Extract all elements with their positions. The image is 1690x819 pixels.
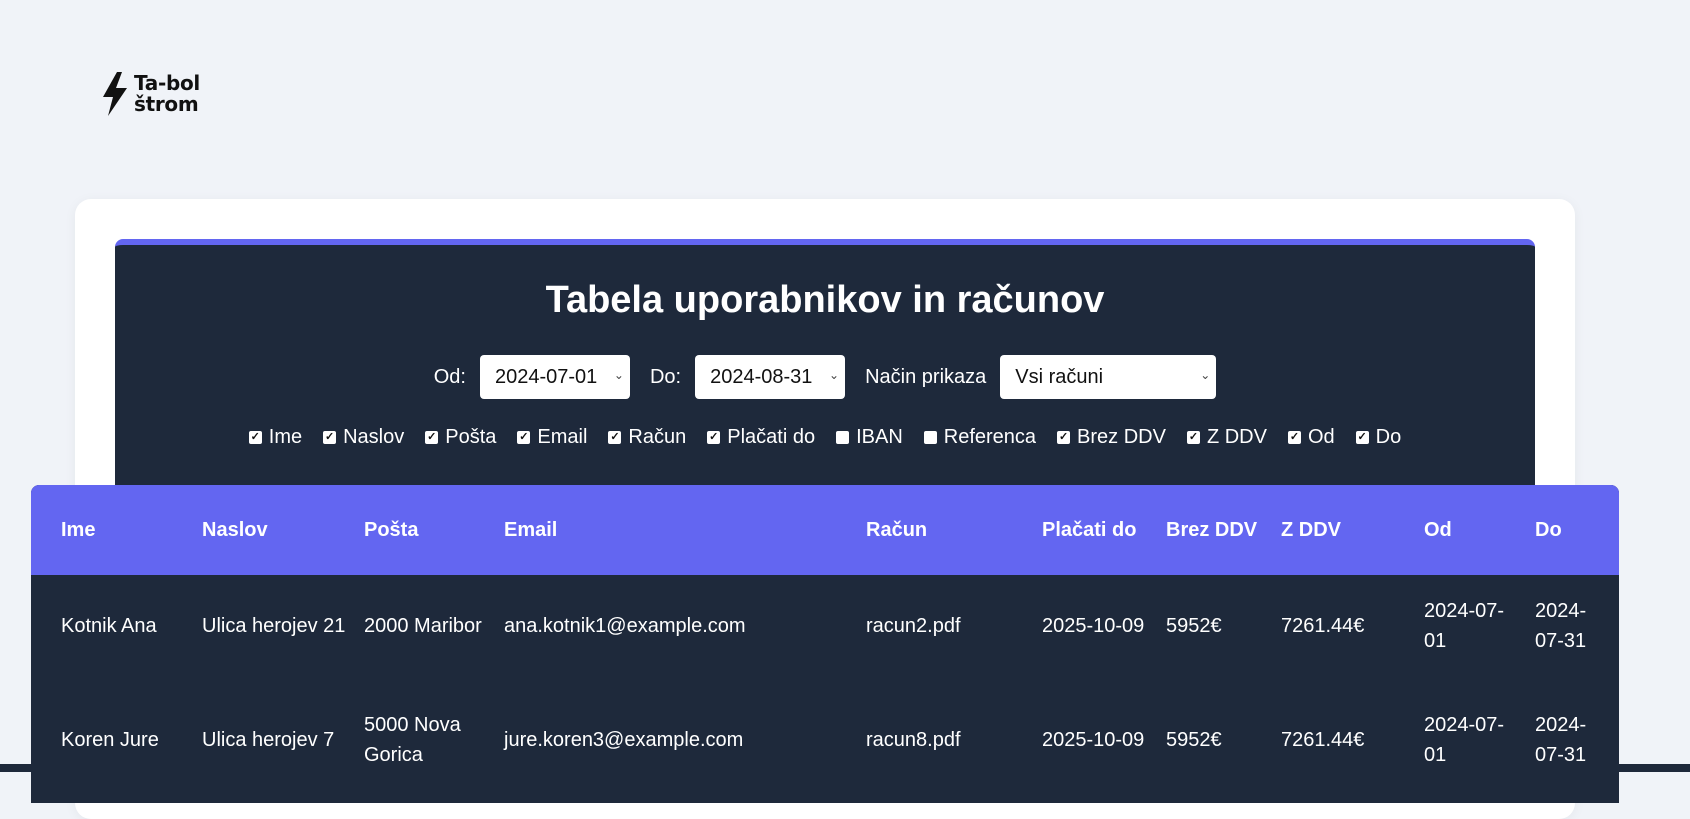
cell-email: ana.kotnik1@example.com (504, 615, 746, 637)
toggle-od[interactable]: ✓ Od (1287, 426, 1335, 449)
toggle-racun[interactable]: ✓ Račun (608, 426, 686, 449)
cell-z-ddv: 7261.44€ (1281, 729, 1365, 751)
cell-email: jure.koren3@example.com (504, 729, 744, 751)
mode-label: Način prikaza (865, 365, 987, 388)
cell-placati-do: 2025-10-09 (1042, 729, 1145, 751)
toggle-naslov[interactable]: ✓ Naslov (323, 426, 404, 449)
cell-posta: 5000 Nova Gorica (364, 714, 461, 766)
checkbox[interactable]: ✓ (608, 431, 622, 444)
cell-do: 2024-07-31 (1535, 714, 1587, 766)
cell-ime: Koren Jure (61, 729, 159, 751)
invoices-table: Ime Naslov Pošta Email Račun Plačati do … (31, 485, 1619, 803)
checkbox[interactable]: ✓ (1186, 431, 1200, 444)
cell-posta: 2000 Maribor (364, 615, 482, 637)
table-row[interactable]: Koren Jure Ulica herojev 7 5000 Nova Gor… (31, 677, 1619, 803)
cell-racun[interactable]: racun2.pdf (866, 575, 1042, 677)
toggle-do[interactable]: ✓ Do (1355, 426, 1402, 449)
checkbox[interactable]: ✓ (1287, 431, 1301, 444)
cell-naslov: Ulica herojev 21 (202, 615, 346, 637)
filter-bar: Od: 2024-07-01 ⌄ Do: 2024-08-31 ⌄ Način … (115, 355, 1535, 399)
cell-od: 2024-07-01 (1424, 714, 1505, 766)
checkbox[interactable]: ✓ (707, 431, 721, 444)
brand-logo[interactable]: Ta-bol štrom (100, 70, 200, 118)
toggle-label: Naslov (343, 426, 405, 448)
table-row[interactable]: Kotnik Ana Ulica herojev 21 2000 Maribor… (31, 575, 1619, 677)
toggle-z-ddv[interactable]: ✓ Z DDV (1186, 426, 1267, 449)
cell-placati-do: 2025-10-09 (1042, 615, 1145, 637)
to-date-select[interactable]: 2024-08-31 ⌄ (695, 355, 846, 399)
lightning-bolt-icon (100, 70, 130, 118)
toggle-label: Z DDV (1206, 426, 1267, 448)
chevron-down-icon: ⌄ (613, 368, 624, 382)
to-date-value: 2024-08-31 (710, 365, 813, 388)
toggle-label: Email (537, 426, 588, 448)
toggle-brez-ddv[interactable]: ✓ Brez DDV (1057, 426, 1166, 449)
toggle-placati-do[interactable]: ✓ Plačati do (707, 426, 815, 449)
column-header[interactable]: Od (1424, 485, 1535, 575)
checkbox[interactable]: ✓ (517, 431, 531, 444)
toggle-label: Račun (628, 426, 687, 448)
toggle-label: Brez DDV (1077, 426, 1166, 448)
toggle-label: Referenca (943, 426, 1037, 448)
toggle-email[interactable]: ✓ Email (517, 426, 587, 449)
column-toggles: ✓ Ime ✓ Naslov ✓ Pošta ✓ Email ✓ Račun ✓ Plača… (115, 426, 1535, 449)
checkbox[interactable] (923, 431, 937, 444)
page-title: Tabela uporabnikov in računov (545, 279, 1105, 321)
checkbox[interactable]: ✓ (1355, 431, 1369, 444)
toggle-posta[interactable]: ✓ Pošta (425, 426, 496, 449)
from-label: Od: (433, 365, 466, 388)
column-header[interactable]: Račun (866, 485, 1042, 575)
column-header[interactable]: Pošta (364, 485, 504, 575)
brand-name-line2: štrom (134, 92, 199, 116)
brand-name-line1: Ta-bol (134, 71, 200, 95)
display-mode-select[interactable]: Vsi računi ⌄ (1000, 355, 1217, 399)
checkbox[interactable] (836, 431, 850, 444)
brand-name: Ta-bol štrom (134, 73, 200, 115)
display-mode-value: Vsi računi (1015, 365, 1104, 388)
toggle-label: Od (1307, 426, 1335, 448)
cell-naslov: Ulica herojev 7 (202, 729, 335, 751)
cell-brez-ddv: 5952€ (1166, 615, 1222, 637)
cell-do: 2024-07-31 (1535, 600, 1587, 652)
checkbox[interactable]: ✓ (323, 431, 337, 444)
cell-z-ddv: 7261.44€ (1281, 615, 1365, 637)
column-header[interactable]: Email (504, 485, 866, 575)
toggle-label: Plačati do (727, 426, 816, 448)
toggle-label: Ime (268, 426, 303, 448)
cell-racun[interactable]: racun8.pdf (866, 677, 1042, 803)
column-header[interactable]: Naslov (202, 485, 364, 575)
toggle-label: IBAN (856, 426, 903, 448)
chevron-down-icon: ⌄ (1200, 368, 1211, 382)
from-date-select[interactable]: 2024-07-01 ⌄ (479, 355, 630, 399)
page-bottom-edge (0, 764, 1690, 772)
chevron-down-icon: ⌄ (829, 368, 840, 382)
checkbox[interactable]: ✓ (425, 431, 439, 444)
toggle-referenca[interactable]: Referenca (923, 426, 1037, 449)
toggle-label: Do (1375, 426, 1402, 448)
to-label: Do: (649, 365, 682, 388)
column-header[interactable]: Ime (31, 485, 202, 575)
toggle-ime[interactable]: ✓ Ime (248, 426, 303, 449)
cell-brez-ddv: 5952€ (1166, 729, 1222, 751)
cell-od: 2024-07-01 (1424, 600, 1505, 652)
column-header[interactable]: Plačati do (1042, 485, 1166, 575)
from-date-value: 2024-07-01 (494, 365, 598, 388)
checkbox[interactable]: ✓ (1057, 431, 1071, 444)
toggle-iban[interactable]: IBAN (836, 426, 903, 449)
checkbox[interactable]: ✓ (248, 431, 262, 444)
table-header-row: Ime Naslov Pošta Email Račun Plačati do … (31, 485, 1619, 575)
column-header[interactable]: Do (1535, 485, 1619, 575)
column-header[interactable]: Brez DDV (1166, 485, 1281, 575)
cell-ime: Kotnik Ana (61, 615, 157, 637)
toggle-label: Pošta (445, 426, 497, 448)
column-header[interactable]: Z DDV (1281, 485, 1424, 575)
